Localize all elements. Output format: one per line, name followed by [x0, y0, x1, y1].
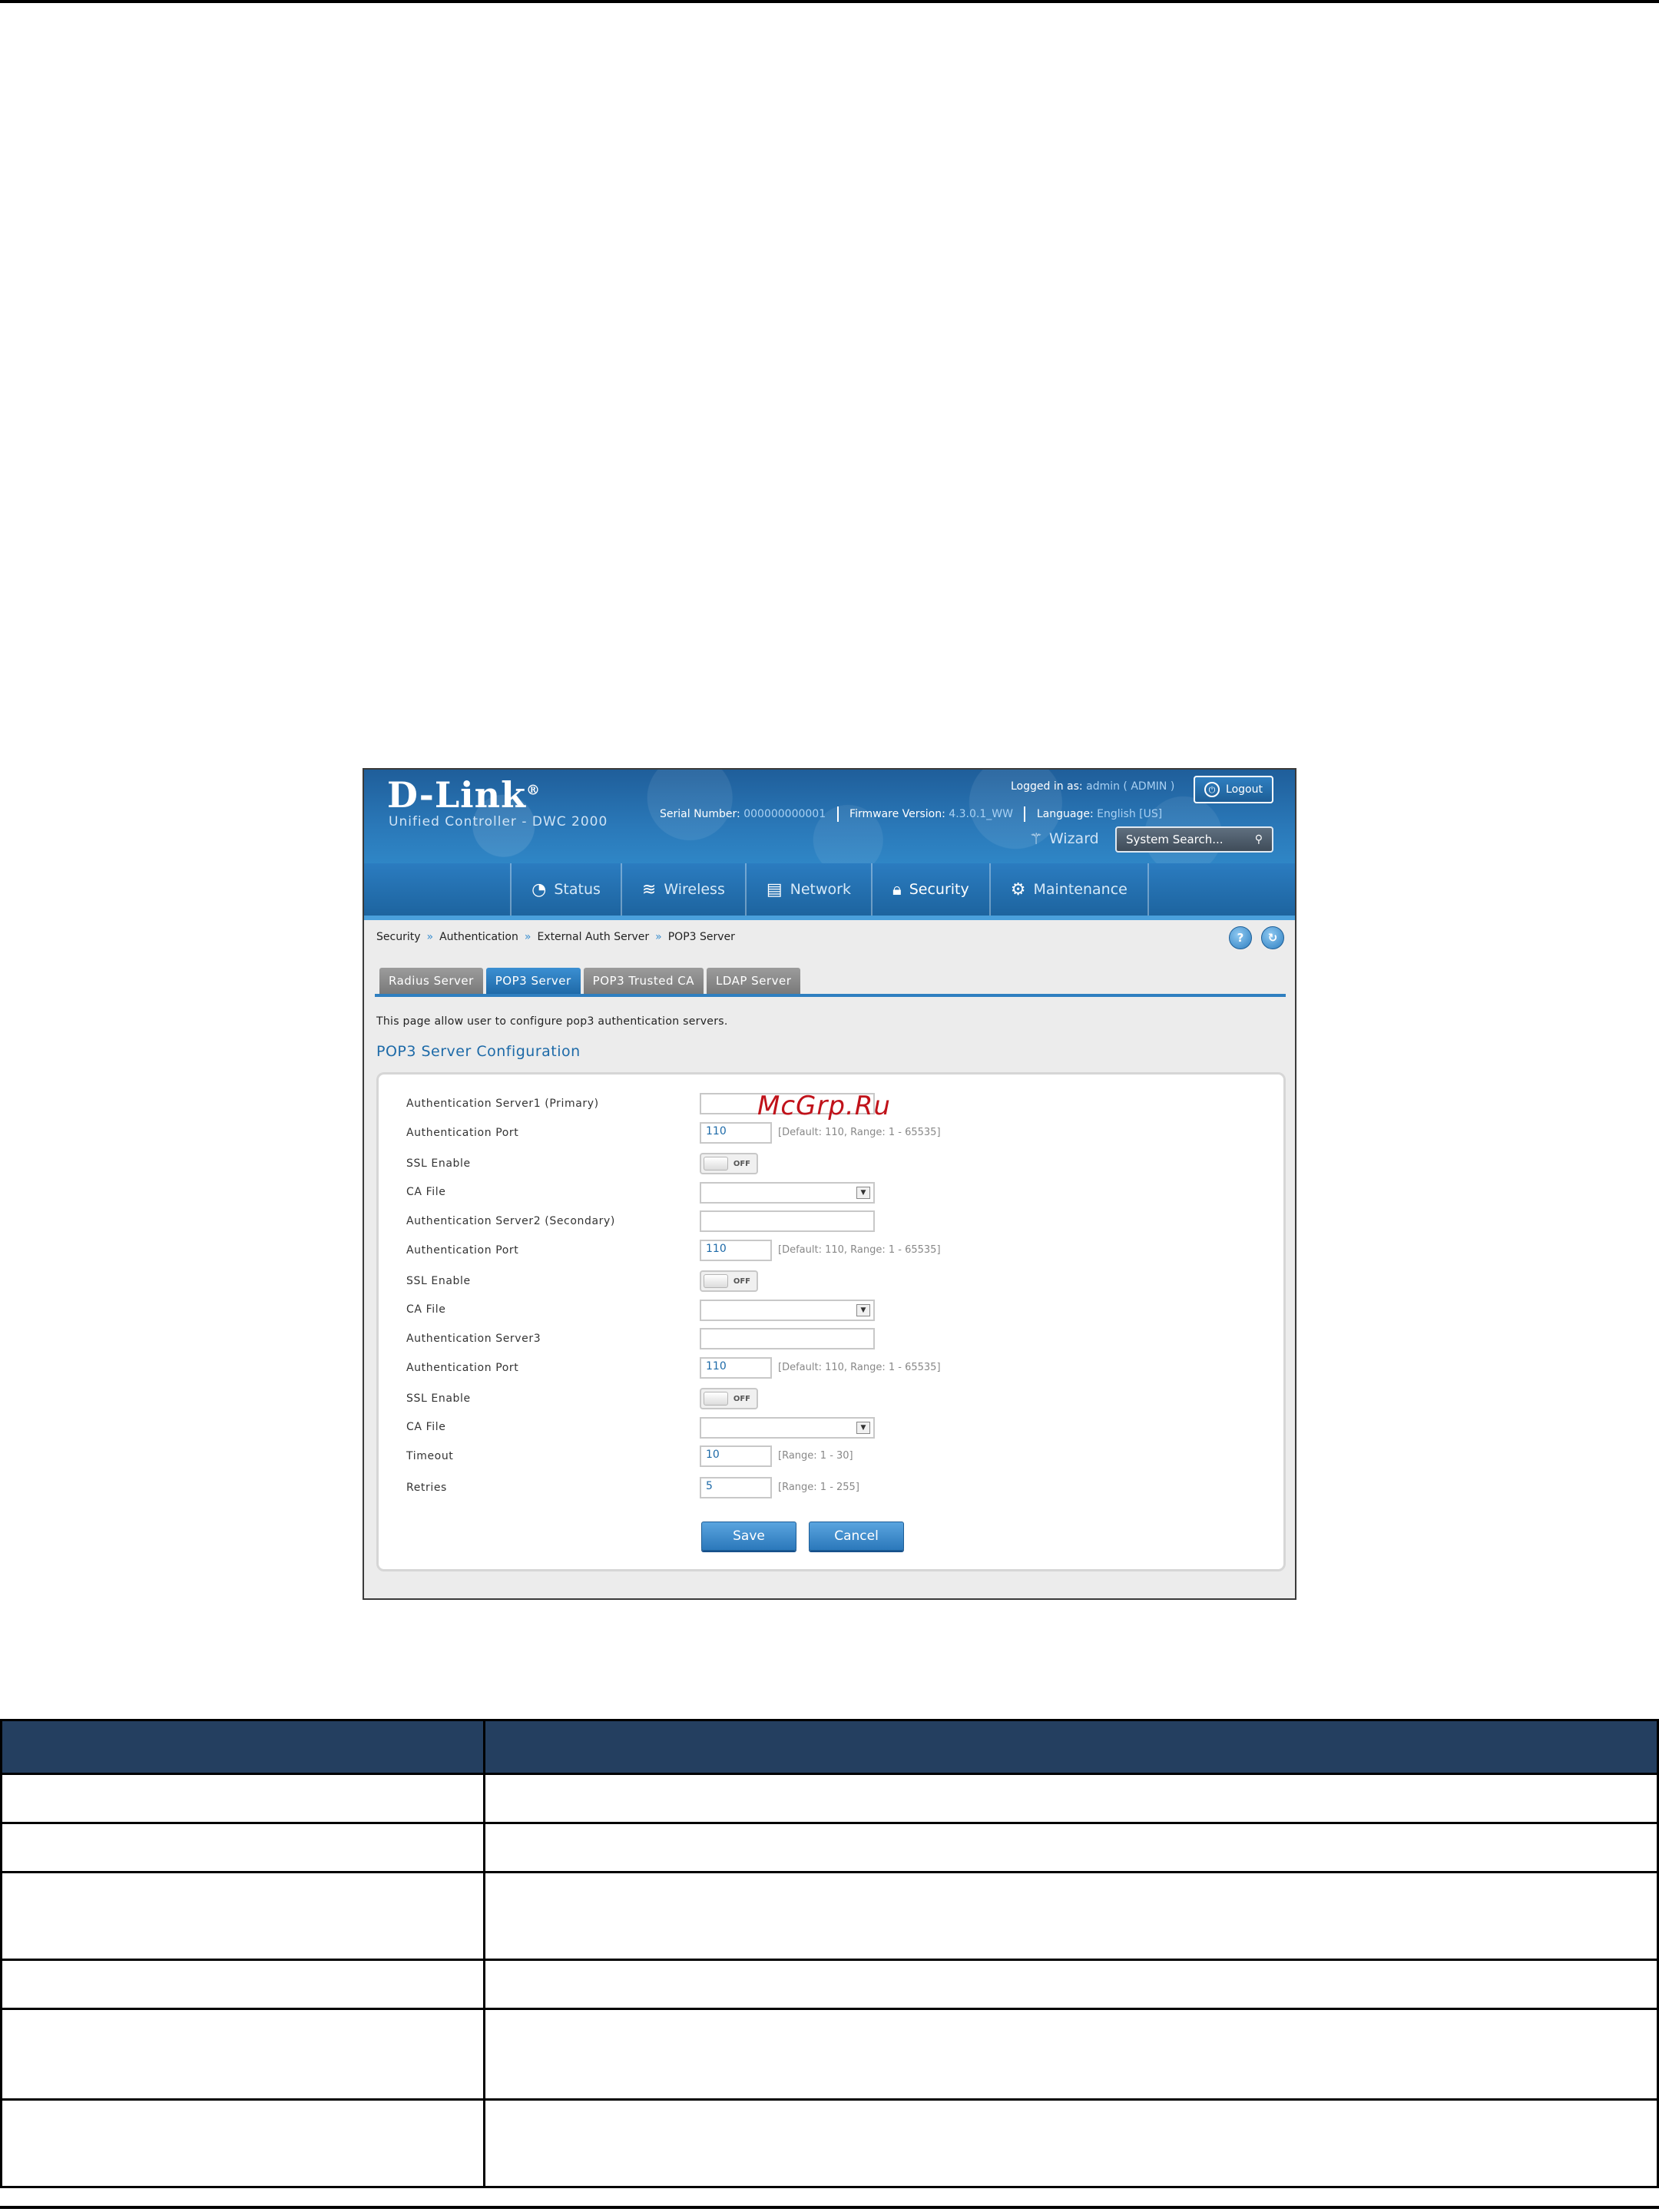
retries-label: Retries: [406, 1482, 447, 1494]
port2-input[interactable]: 110: [700, 1240, 772, 1261]
table-row: [0, 1959, 1659, 2010]
help-icon[interactable]: ?: [1229, 926, 1252, 949]
field-description-table: [0, 1719, 1659, 2188]
ssl3-toggle[interactable]: OFF: [700, 1388, 758, 1409]
table-row: [0, 1871, 1659, 1961]
power-icon: ⏻: [1204, 782, 1220, 797]
nav-status[interactable]: ◔ Status: [512, 863, 622, 916]
ssl1-label: SSL Enable: [406, 1157, 471, 1170]
ssl2-toggle[interactable]: OFF: [700, 1270, 758, 1292]
logged-in-user: admin ( ADMIN ): [1086, 780, 1175, 793]
port3-hint: [Default: 110, Range: 1 - 65535]: [778, 1362, 941, 1373]
port1-hint: [Default: 110, Range: 1 - 65535]: [778, 1127, 941, 1138]
controller-screenshot: D-Link® Unified Controller - DWC 2000 Lo…: [363, 768, 1296, 1600]
chevron-down-icon: ▼: [856, 1304, 870, 1316]
server-icon: ▤: [766, 879, 783, 899]
tab-pop3-trusted-ca[interactable]: POP3 Trusted CA: [583, 968, 704, 994]
nav-security[interactable]: 🔒︎ Security: [873, 863, 991, 916]
firmware-version: 4.3.0.1_WW: [949, 808, 1013, 820]
section-title: POP3 Server Configuration: [376, 1043, 581, 1060]
language-link[interactable]: English [US]: [1097, 808, 1162, 820]
help-icons: ? ↻: [1229, 926, 1284, 949]
server2-label: Authentication Server2 (Secondary): [406, 1215, 615, 1227]
lock-icon: 🔒︎: [892, 879, 902, 899]
ca3-label: CA File: [406, 1421, 446, 1433]
cancel-button[interactable]: Cancel: [809, 1522, 904, 1551]
ssl2-label: SSL Enable: [406, 1275, 471, 1287]
server2-input[interactable]: [700, 1210, 875, 1232]
port3-label: Authentication Port: [406, 1362, 519, 1374]
save-button[interactable]: Save: [701, 1522, 796, 1551]
wifi-icon: ≋: [641, 879, 657, 899]
port2-hint: [Default: 110, Range: 1 - 65535]: [778, 1244, 941, 1256]
search-icon: ⚲: [1254, 833, 1263, 846]
ca1-select[interactable]: ▼: [700, 1182, 875, 1204]
wand-icon: ⚚: [1029, 830, 1043, 848]
table-header-cell: [0, 1719, 486, 1775]
wizard-link[interactable]: ⚚ Wizard: [1029, 830, 1099, 848]
serial-number: 000000000001: [743, 808, 826, 820]
page-description: This page allow user to configure pop3 a…: [376, 1015, 728, 1028]
tab-pop3-server[interactable]: POP3 Server: [485, 968, 581, 994]
timeout-label: Timeout: [406, 1450, 454, 1462]
nav-network[interactable]: ▤ Network: [747, 863, 873, 916]
breadcrumb-pop3: POP3 Server: [667, 931, 735, 943]
gears-icon: ⚙: [1010, 879, 1026, 899]
port2-label: Authentication Port: [406, 1244, 519, 1257]
table-row: [0, 2098, 1659, 2188]
breadcrumb-authentication[interactable]: Authentication: [439, 931, 518, 943]
main-nav: ◔ Status ≋ Wireless ▤ Network 🔒︎ Securit…: [364, 863, 1295, 916]
nav-underline: [364, 916, 1295, 920]
port3-input[interactable]: 110: [700, 1357, 772, 1379]
table-header-cell: [483, 1719, 1659, 1775]
ca2-label: CA File: [406, 1303, 446, 1316]
table-header-row: [0, 1719, 1659, 1775]
port1-input[interactable]: 110: [700, 1122, 772, 1144]
chevron-down-icon: ▼: [856, 1187, 870, 1199]
product-name: Unified Controller - DWC 2000: [389, 814, 608, 830]
tab-bar: Radius Server POP3 Server POP3 Trusted C…: [379, 968, 801, 994]
timeout-input[interactable]: 10: [700, 1445, 772, 1467]
top-rule: [0, 0, 1659, 3]
retries-hint: [Range: 1 - 255]: [778, 1482, 859, 1493]
server3-input[interactable]: [700, 1328, 875, 1349]
ssl1-toggle[interactable]: OFF: [700, 1153, 758, 1174]
breadcrumb-security[interactable]: Security: [376, 931, 421, 943]
timeout-hint: [Range: 1 - 30]: [778, 1450, 853, 1462]
breadcrumb: Security» Authentication» External Auth Se…: [376, 931, 735, 943]
retries-input[interactable]: 5: [700, 1477, 772, 1498]
ca1-label: CA File: [406, 1186, 446, 1198]
header-banner: D-Link® Unified Controller - DWC 2000 Lo…: [364, 770, 1295, 863]
ca2-select[interactable]: ▼: [700, 1300, 875, 1321]
dlink-logo: D-Link®: [387, 774, 541, 816]
server3-label: Authentication Server3: [406, 1333, 541, 1345]
tab-underline: [375, 994, 1286, 997]
bottom-rule: [0, 2206, 1659, 2209]
system-search-input[interactable]: System Search... ⚲: [1115, 826, 1273, 853]
config-panel: Authentication Server1 (Primary) Authent…: [376, 1072, 1286, 1571]
table-row: [0, 2008, 1659, 2101]
table-row: [0, 1773, 1659, 1824]
server1-label: Authentication Server1 (Primary): [406, 1098, 599, 1110]
ca3-select[interactable]: ▼: [700, 1417, 875, 1439]
tab-radius-server[interactable]: Radius Server: [379, 968, 483, 994]
watermark: McGrp.Ru: [757, 1091, 891, 1121]
refresh-icon[interactable]: ↻: [1261, 926, 1284, 949]
tab-ldap-server[interactable]: LDAP Server: [706, 968, 801, 994]
ssl3-label: SSL Enable: [406, 1392, 471, 1405]
device-info: Serial Number: 000000000001 Firmware Ver…: [660, 806, 1163, 822]
nav-maintenance[interactable]: ⚙ Maintenance: [991, 863, 1149, 916]
logged-in-info: Logged in as: admin ( ADMIN ): [1011, 780, 1175, 793]
logout-button[interactable]: ⏻ Logout: [1194, 776, 1273, 803]
table-row: [0, 1822, 1659, 1873]
port1-label: Authentication Port: [406, 1127, 519, 1139]
chevron-down-icon: ▼: [856, 1422, 870, 1434]
breadcrumb-external-auth[interactable]: External Auth Server: [537, 931, 649, 943]
nav-wireless[interactable]: ≋ Wireless: [622, 863, 747, 916]
gauge-icon: ◔: [531, 879, 547, 899]
